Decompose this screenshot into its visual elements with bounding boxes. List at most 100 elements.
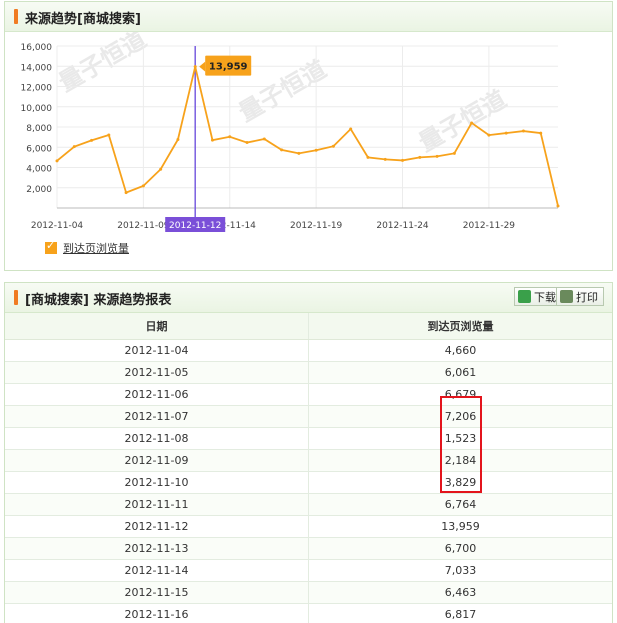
table-panel-header: [商城搜索] 来源趋势报表 下载 打印: [5, 283, 612, 313]
cell-pageviews: 2,184: [309, 450, 613, 472]
y-tick-label: 4,000: [26, 165, 52, 175]
data-point[interactable]: [522, 130, 525, 133]
data-point[interactable]: [176, 138, 179, 141]
data-point[interactable]: [366, 156, 369, 159]
data-point[interactable]: [349, 128, 352, 131]
y-tick-label: 6,000: [26, 144, 52, 154]
table-row: 2012-11-044,660: [5, 340, 612, 362]
x-tick-label: 2012-11-09: [117, 221, 170, 231]
data-point[interactable]: [280, 148, 283, 151]
data-point[interactable]: [539, 132, 542, 135]
highlight-date-label: 2012-11-12: [169, 221, 221, 231]
table-panel-title: [商城搜索] 来源趋势报表: [25, 289, 171, 308]
cell-pageviews: 1,523: [309, 428, 613, 450]
table-row: 2012-11-1213,959: [5, 516, 612, 538]
data-point[interactable]: [487, 134, 490, 137]
data-point[interactable]: [194, 65, 197, 68]
cell-pageviews: 6,679: [309, 384, 613, 406]
cell-date: 2012-11-11: [5, 494, 309, 516]
data-point[interactable]: [557, 204, 560, 207]
data-point[interactable]: [142, 184, 145, 187]
cell-pageviews: 7,033: [309, 560, 613, 582]
table-row: 2012-11-147,033: [5, 560, 612, 582]
y-tick-label: 10,000: [21, 104, 53, 114]
print-label: 打印: [576, 289, 598, 305]
x-tick-label: 2012-11-19: [290, 221, 343, 231]
chart-panel-title: 来源趋势[商城搜索]: [25, 8, 141, 27]
data-point[interactable]: [56, 159, 59, 162]
cell-date: 2012-11-05: [5, 362, 309, 384]
trend-line-chart[interactable]: 量子恒道量子恒道量子恒道2,0004,0006,0008,00010,00012…: [5, 32, 612, 242]
cell-date: 2012-11-07: [5, 406, 309, 428]
print-button[interactable]: 打印: [556, 287, 604, 306]
table-row: 2012-11-166,817: [5, 604, 612, 623]
cell-date: 2012-11-13: [5, 538, 309, 560]
table-row: 2012-11-116,764: [5, 494, 612, 516]
tooltip-value: 13,959: [209, 62, 248, 73]
cell-date: 2012-11-08: [5, 428, 309, 450]
cell-pageviews: 6,764: [309, 494, 613, 516]
x-tick-label: 2012-11-04: [31, 221, 84, 231]
cell-pageviews: 6,817: [309, 604, 613, 623]
cell-pageviews: 7,206: [309, 406, 613, 428]
column-header-pageviews[interactable]: 到达页浏览量: [309, 313, 613, 340]
data-point[interactable]: [401, 159, 404, 162]
data-point[interactable]: [332, 145, 335, 148]
data-point[interactable]: [246, 141, 249, 144]
data-point[interactable]: [418, 156, 421, 159]
data-point[interactable]: [73, 145, 76, 148]
data-point[interactable]: [159, 168, 162, 171]
data-point[interactable]: [297, 152, 300, 155]
data-point[interactable]: [453, 152, 456, 155]
trend-chart-panel: 来源趋势[商城搜索] 量子恒道量子恒道量子恒道2,0004,0006,0008,…: [4, 1, 613, 271]
cell-date: 2012-11-16: [5, 604, 309, 623]
data-point[interactable]: [470, 121, 473, 124]
header-accent-bar: [14, 290, 18, 305]
table-header-row: 日期 到达页浏览量: [5, 313, 612, 340]
table-row: 2012-11-056,061: [5, 362, 612, 384]
data-point[interactable]: [125, 191, 128, 194]
table-row: 2012-11-081,523: [5, 428, 612, 450]
watermark-text: 量子恒道: [54, 32, 151, 97]
y-tick-label: 2,000: [26, 185, 52, 195]
data-point[interactable]: [384, 158, 387, 161]
cell-date: 2012-11-12: [5, 516, 309, 538]
data-point[interactable]: [107, 134, 110, 137]
cell-pageviews: 6,061: [309, 362, 613, 384]
y-tick-label: 8,000: [26, 124, 52, 134]
download-label: 下载: [534, 289, 556, 305]
data-point[interactable]: [90, 139, 93, 142]
table-row: 2012-11-077,206: [5, 406, 612, 428]
cell-pageviews: 6,700: [309, 538, 613, 560]
cell-date: 2012-11-14: [5, 560, 309, 582]
table-row: 2012-11-066,679: [5, 384, 612, 406]
chart-legend[interactable]: 到达页浏览量: [45, 240, 129, 256]
cell-date: 2012-11-06: [5, 384, 309, 406]
cell-pageviews: 3,829: [309, 472, 613, 494]
legend-checkbox-icon[interactable]: [45, 242, 57, 254]
cell-date: 2012-11-04: [5, 340, 309, 362]
x-tick-label: 2012-11-29: [463, 221, 516, 231]
y-tick-label: 14,000: [21, 63, 53, 73]
cell-date: 2012-11-15: [5, 582, 309, 604]
data-point[interactable]: [315, 149, 318, 152]
table-row: 2012-11-092,184: [5, 450, 612, 472]
table-row: 2012-11-103,829: [5, 472, 612, 494]
x-tick-label: 2012-11-24: [376, 221, 429, 231]
watermark-text: 量子恒道: [414, 85, 511, 157]
download-icon: [518, 290, 531, 303]
column-header-date[interactable]: 日期: [5, 313, 309, 340]
data-point[interactable]: [505, 132, 508, 135]
cell-date: 2012-11-10: [5, 472, 309, 494]
legend-label[interactable]: 到达页浏览量: [63, 240, 129, 256]
report-table: 日期 到达页浏览量 2012-11-044,6602012-11-056,061…: [5, 313, 612, 623]
table-row: 2012-11-136,700: [5, 538, 612, 560]
data-point[interactable]: [228, 135, 231, 138]
data-point[interactable]: [211, 139, 214, 142]
header-accent-bar: [14, 9, 18, 24]
table-row: 2012-11-156,463: [5, 582, 612, 604]
download-button[interactable]: 下载: [514, 287, 562, 306]
data-point[interactable]: [436, 155, 439, 158]
cell-pageviews: 13,959: [309, 516, 613, 538]
data-point[interactable]: [263, 137, 266, 140]
